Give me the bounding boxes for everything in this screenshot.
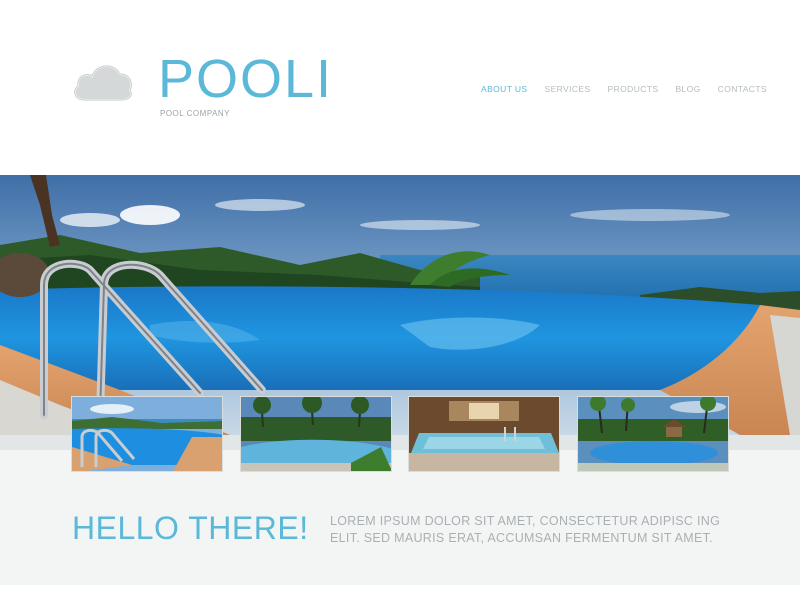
gallery-thumb-tropical-pool[interactable] bbox=[577, 396, 729, 472]
intro-heading: HELLO THERE! bbox=[72, 510, 309, 546]
nav-item-services[interactable]: SERVICES bbox=[545, 84, 591, 94]
nav-item-blog[interactable]: BLOG bbox=[675, 84, 700, 94]
brand-tagline: POOL COMPANY bbox=[160, 109, 231, 118]
main-nav: ABOUT US SERVICES PRODUCTS BLOG CONTACTS bbox=[481, 84, 767, 94]
cloud-icon[interactable] bbox=[70, 60, 134, 104]
gallery-thumb-indoor-pool[interactable] bbox=[408, 396, 560, 472]
nav-item-about-us[interactable]: ABOUT US bbox=[481, 84, 528, 94]
gallery-thumb-infinity-pool[interactable] bbox=[71, 396, 223, 472]
nav-item-contacts[interactable]: CONTACTS bbox=[718, 84, 767, 94]
nav-item-products[interactable]: PRODUCTS bbox=[608, 84, 659, 94]
brand-name[interactable]: POOLI bbox=[158, 52, 333, 106]
gallery-thumb-resort-pool[interactable] bbox=[240, 396, 392, 472]
site-header: POOLI POOL COMPANY ABOUT US SERVICES PRO… bbox=[0, 0, 800, 175]
footer-strip bbox=[0, 585, 800, 600]
intro-text: LOREM IPSUM DOLOR SIT AMET, CONSECTETUR … bbox=[330, 514, 721, 545]
